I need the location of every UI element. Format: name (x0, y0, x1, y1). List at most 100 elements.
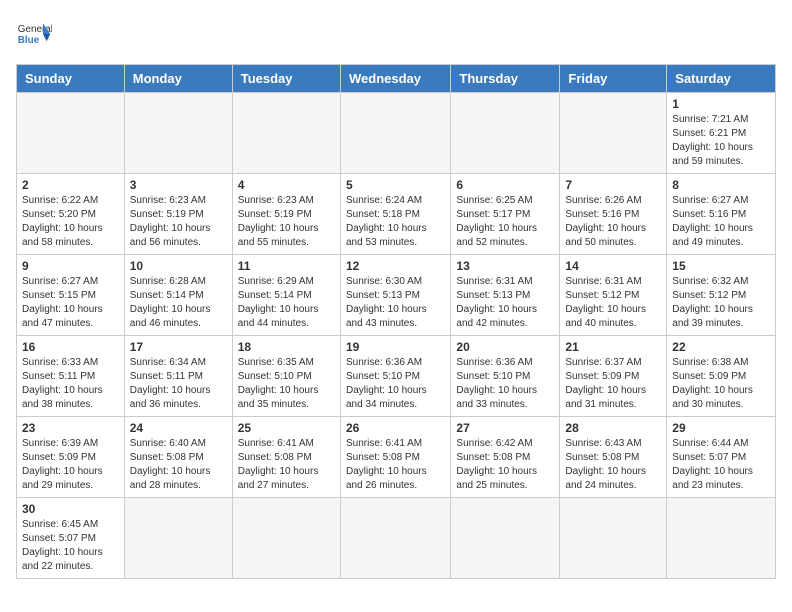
day-info: Sunrise: 6:27 AM Sunset: 5:16 PM Dayligh… (672, 194, 770, 250)
day-info: Sunrise: 6:42 AM Sunset: 5:08 PM Dayligh… (456, 437, 554, 493)
day-of-week-header: Sunday (17, 65, 125, 93)
day-number: 6 (456, 178, 554, 192)
day-info: Sunrise: 6:29 AM Sunset: 5:14 PM Dayligh… (238, 275, 335, 331)
day-number: 15 (672, 259, 770, 273)
day-number: 16 (22, 340, 119, 354)
day-info: Sunrise: 6:33 AM Sunset: 5:11 PM Dayligh… (22, 356, 119, 412)
day-number: 28 (565, 421, 661, 435)
day-number: 29 (672, 421, 770, 435)
calendar-day-cell: 10 Sunrise: 6:28 AM Sunset: 5:14 PM Dayli… (124, 255, 232, 336)
calendar-day-cell: 27Sunrise: 6:42 AM Sunset: 5:08 PM Dayli… (451, 417, 560, 498)
calendar-day-cell: 8 Sunrise: 6:27 AM Sunset: 5:16 PM Daylig… (667, 174, 776, 255)
day-number: 12 (346, 259, 445, 273)
day-info: Sunrise: 6:24 AM Sunset: 5:18 PM Dayligh… (346, 194, 445, 250)
day-number: 9 (22, 259, 119, 273)
svg-text:Blue: Blue (18, 35, 40, 46)
calendar-day-cell: 9 Sunrise: 6:27 AM Sunset: 5:15 PM Daylig… (17, 255, 125, 336)
calendar-day-cell (560, 93, 667, 174)
day-info: Sunrise: 6:22 AM Sunset: 5:20 PM Dayligh… (22, 194, 119, 250)
calendar-day-cell (340, 93, 450, 174)
day-number: 5 (346, 178, 445, 192)
day-number: 30 (22, 502, 119, 516)
calendar-day-cell: 16 Sunrise: 6:33 AM Sunset: 5:11 PM Dayli… (17, 336, 125, 417)
calendar-week-row: 23 Sunrise: 6:39 AM Sunset: 5:09 PM Dayli… (17, 417, 776, 498)
calendar-day-cell: 30 Sunrise: 6:45 AM Sunset: 5:07 PM Dayli… (17, 498, 125, 579)
day-info: Sunrise: 6:31 AM Sunset: 5:13 PM Dayligh… (456, 275, 554, 331)
calendar-day-cell: 14 Sunrise: 6:31 AM Sunset: 5:12 PM Dayli… (560, 255, 667, 336)
day-info: Sunrise: 6:27 AM Sunset: 5:15 PM Dayligh… (22, 275, 119, 331)
calendar-day-cell (667, 498, 776, 579)
calendar-day-cell: 6Sunrise: 6:25 AM Sunset: 5:17 PM Daylig… (451, 174, 560, 255)
day-number: 11 (238, 259, 335, 273)
day-number: 26 (346, 421, 445, 435)
day-number: 17 (130, 340, 227, 354)
day-info: Sunrise: 6:40 AM Sunset: 5:08 PM Dayligh… (130, 437, 227, 493)
calendar-week-row: 1Sunrise: 7:21 AM Sunset: 6:21 PM Daylig… (17, 93, 776, 174)
day-info: Sunrise: 6:35 AM Sunset: 5:10 PM Dayligh… (238, 356, 335, 412)
day-of-week-header: Thursday (451, 65, 560, 93)
day-info: Sunrise: 6:43 AM Sunset: 5:08 PM Dayligh… (565, 437, 661, 493)
calendar-day-cell: 1Sunrise: 7:21 AM Sunset: 6:21 PM Daylig… (667, 93, 776, 174)
day-number: 24 (130, 421, 227, 435)
day-info: Sunrise: 6:36 AM Sunset: 5:10 PM Dayligh… (346, 356, 445, 412)
day-number: 14 (565, 259, 661, 273)
day-info: Sunrise: 6:23 AM Sunset: 5:19 PM Dayligh… (130, 194, 227, 250)
day-number: 4 (238, 178, 335, 192)
day-info: Sunrise: 6:26 AM Sunset: 5:16 PM Dayligh… (565, 194, 661, 250)
calendar-week-row: 9 Sunrise: 6:27 AM Sunset: 5:15 PM Daylig… (17, 255, 776, 336)
calendar-day-cell: 25 Sunrise: 6:41 AM Sunset: 5:08 PM Dayli… (232, 417, 340, 498)
calendar-day-cell: 4Sunrise: 6:23 AM Sunset: 5:19 PM Daylig… (232, 174, 340, 255)
day-info: Sunrise: 6:45 AM Sunset: 5:07 PM Dayligh… (22, 518, 119, 574)
calendar-day-cell (232, 498, 340, 579)
calendar-day-cell (451, 498, 560, 579)
calendar-day-cell (560, 498, 667, 579)
calendar-day-cell: 18 Sunrise: 6:35 AM Sunset: 5:10 PM Dayli… (232, 336, 340, 417)
day-number: 3 (130, 178, 227, 192)
day-info: Sunrise: 6:37 AM Sunset: 5:09 PM Dayligh… (565, 356, 661, 412)
calendar-day-cell: 7 Sunrise: 6:26 AM Sunset: 5:16 PM Daylig… (560, 174, 667, 255)
day-number: 23 (22, 421, 119, 435)
calendar-week-row: 30 Sunrise: 6:45 AM Sunset: 5:07 PM Dayli… (17, 498, 776, 579)
day-number: 21 (565, 340, 661, 354)
day-number: 20 (456, 340, 554, 354)
calendar-day-cell: 23 Sunrise: 6:39 AM Sunset: 5:09 PM Dayli… (17, 417, 125, 498)
calendar-day-cell: 22Sunrise: 6:38 AM Sunset: 5:09 PM Dayli… (667, 336, 776, 417)
day-number: 8 (672, 178, 770, 192)
day-number: 18 (238, 340, 335, 354)
calendar-day-cell: 19 Sunrise: 6:36 AM Sunset: 5:10 PM Dayli… (340, 336, 450, 417)
day-info: Sunrise: 6:41 AM Sunset: 5:08 PM Dayligh… (238, 437, 335, 493)
calendar-day-cell: 24 Sunrise: 6:40 AM Sunset: 5:08 PM Dayli… (124, 417, 232, 498)
day-info: Sunrise: 6:34 AM Sunset: 5:11 PM Dayligh… (130, 356, 227, 412)
day-of-week-header: Friday (560, 65, 667, 93)
day-info: Sunrise: 6:30 AM Sunset: 5:13 PM Dayligh… (346, 275, 445, 331)
day-number: 10 (130, 259, 227, 273)
day-info: Sunrise: 6:38 AM Sunset: 5:09 PM Dayligh… (672, 356, 770, 412)
day-of-week-header: Tuesday (232, 65, 340, 93)
logo: General Blue (16, 16, 52, 52)
page-header: General Blue (16, 16, 776, 52)
day-info: Sunrise: 6:39 AM Sunset: 5:09 PM Dayligh… (22, 437, 119, 493)
day-number: 19 (346, 340, 445, 354)
day-of-week-header: Monday (124, 65, 232, 93)
calendar-day-cell: 29Sunrise: 6:44 AM Sunset: 5:07 PM Dayli… (667, 417, 776, 498)
calendar-day-cell: 2 Sunrise: 6:22 AM Sunset: 5:20 PM Daylig… (17, 174, 125, 255)
day-number: 25 (238, 421, 335, 435)
day-number: 2 (22, 178, 119, 192)
calendar-day-cell (124, 93, 232, 174)
calendar-day-cell (17, 93, 125, 174)
calendar-day-cell (232, 93, 340, 174)
day-number: 13 (456, 259, 554, 273)
calendar-day-cell: 3 Sunrise: 6:23 AM Sunset: 5:19 PM Daylig… (124, 174, 232, 255)
day-of-week-header: Wednesday (340, 65, 450, 93)
logo-icon: General Blue (16, 16, 52, 52)
day-info: Sunrise: 6:28 AM Sunset: 5:14 PM Dayligh… (130, 275, 227, 331)
calendar-day-cell: 20Sunrise: 6:36 AM Sunset: 5:10 PM Dayli… (451, 336, 560, 417)
day-number: 7 (565, 178, 661, 192)
calendar-day-cell: 5 Sunrise: 6:24 AM Sunset: 5:18 PM Daylig… (340, 174, 450, 255)
calendar-table: SundayMondayTuesdayWednesdayThursdayFrid… (16, 64, 776, 579)
day-of-week-header: Saturday (667, 65, 776, 93)
day-info: Sunrise: 6:31 AM Sunset: 5:12 PM Dayligh… (565, 275, 661, 331)
calendar-header-row: SundayMondayTuesdayWednesdayThursdayFrid… (17, 65, 776, 93)
calendar-week-row: 2 Sunrise: 6:22 AM Sunset: 5:20 PM Daylig… (17, 174, 776, 255)
calendar-day-cell: 21 Sunrise: 6:37 AM Sunset: 5:09 PM Dayli… (560, 336, 667, 417)
